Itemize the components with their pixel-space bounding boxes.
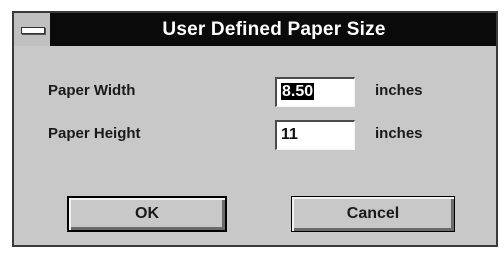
system-menu-button[interactable] [14,13,52,46]
paper-width-input[interactable]: 8.50 [275,77,355,107]
paper-width-label: Paper Width [48,82,136,99]
paper-height-input[interactable]: 11 [275,120,355,150]
cancel-button[interactable]: Cancel [291,196,455,232]
paper-height-unit: inches [375,125,423,142]
paper-size-dialog: User Defined Paper Size Paper Width 8.50… [12,11,498,247]
dialog-title: User Defined Paper Size [162,19,386,40]
ok-button[interactable]: OK [67,196,227,232]
title-bar: User Defined Paper Size [14,13,496,46]
system-menu-icon [21,27,45,34]
paper-height-value: 11 [281,126,298,143]
paper-height-label: Paper Height [48,125,141,142]
paper-width-unit: inches [375,82,423,99]
paper-width-value: 8.50 [281,83,315,100]
